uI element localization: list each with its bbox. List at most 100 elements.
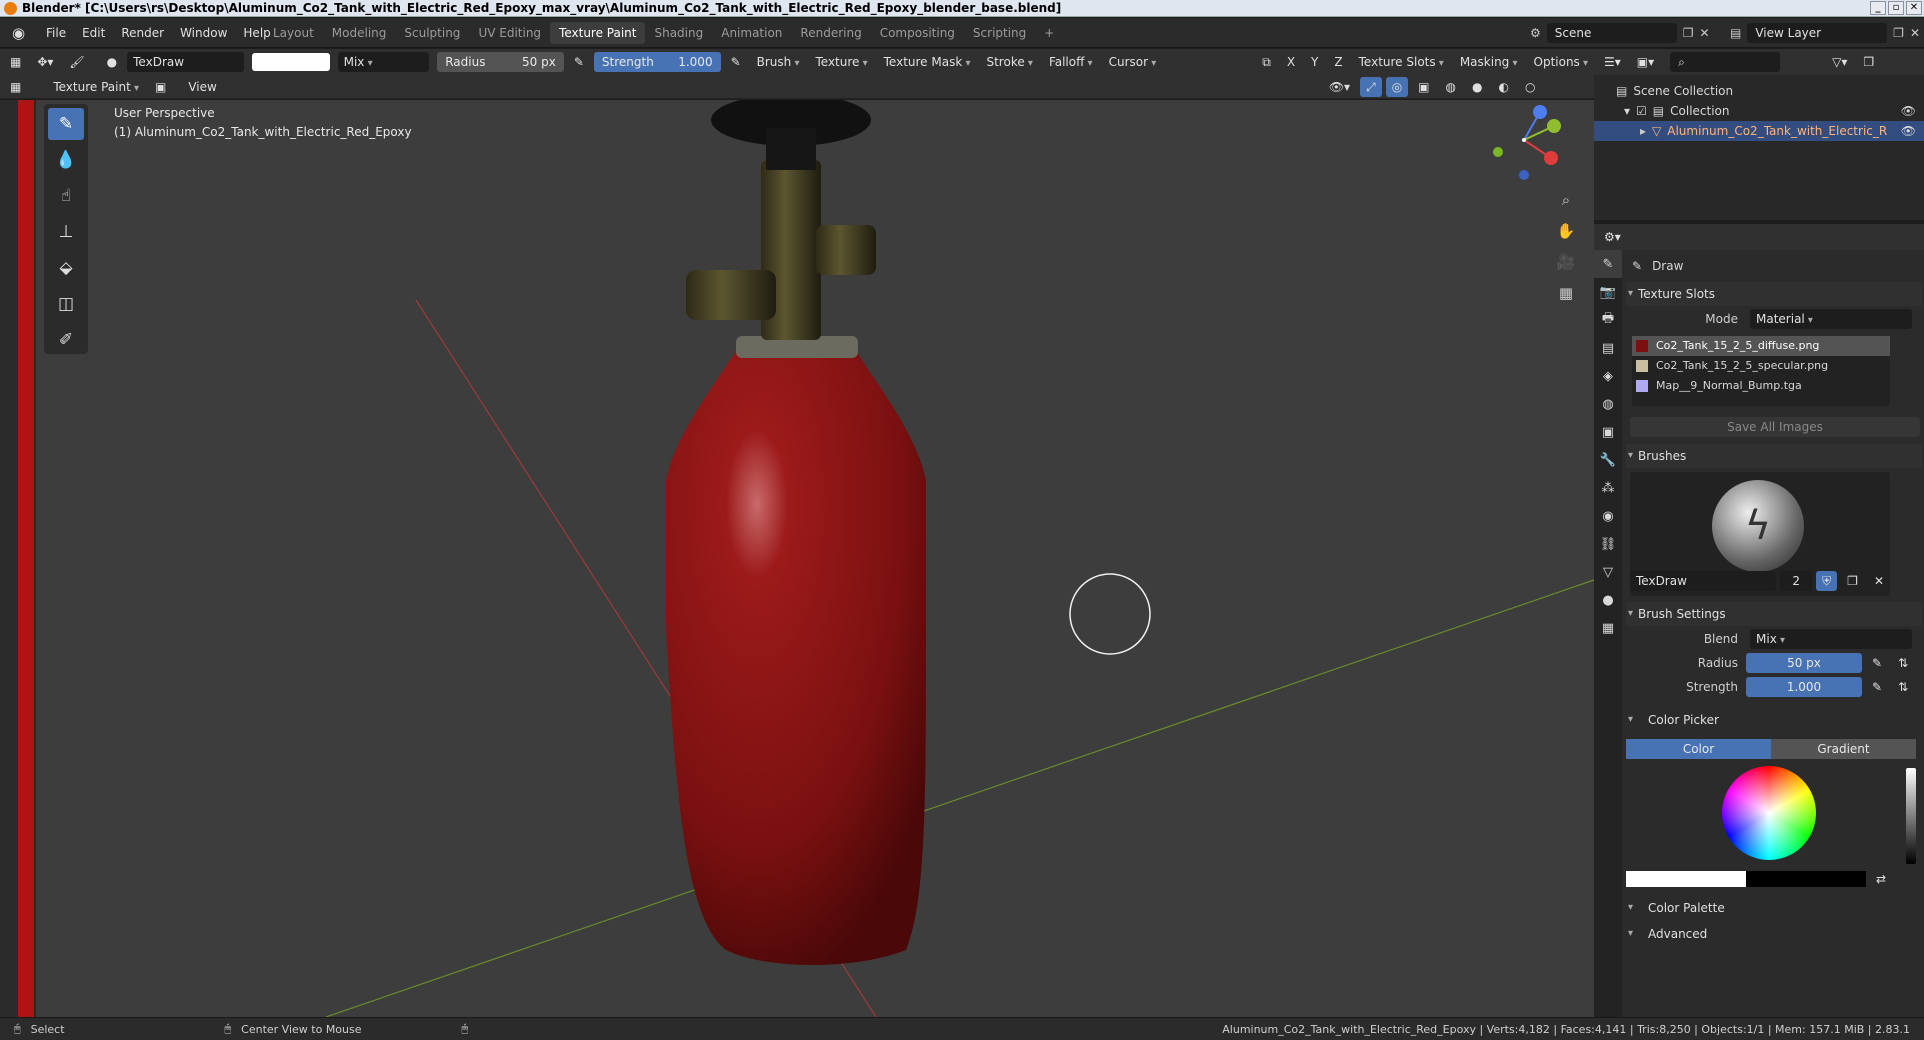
tab-modeling[interactable]: Modeling	[323, 22, 396, 44]
data-tab-icon[interactable]: ▽	[1594, 558, 1622, 586]
visibility-icon[interactable]: 👁▾	[1323, 77, 1356, 97]
tab-shading[interactable]: Shading	[645, 22, 712, 44]
minimize-button[interactable]: _	[1870, 1, 1886, 15]
radius-pressure-icon-2[interactable]: ⇅	[1892, 653, 1914, 673]
primary-color-swatch[interactable]	[1626, 871, 1746, 887]
brush-icon[interactable]: 🖌	[63, 52, 90, 72]
camera-icon[interactable]: 🎥	[1554, 250, 1578, 274]
mode-icon[interactable]: ✥▾	[31, 52, 59, 72]
stroke-menu[interactable]: Stroke	[980, 52, 1038, 72]
blender-menu-icon[interactable]: ◉	[12, 25, 28, 41]
mirror-z-toggle[interactable]: Z	[1328, 52, 1348, 72]
wireframe-shading-icon[interactable]: ◍	[1440, 77, 1462, 97]
value-slider[interactable]	[1906, 768, 1916, 864]
draw-tool-icon[interactable]: ✎	[48, 108, 84, 140]
outliner-search-input[interactable]: ⌕	[1670, 52, 1781, 72]
texture-slot-list[interactable]: Co2_Tank_15_2_5_diffuse.png Co2_Tank_15_…	[1632, 336, 1890, 406]
options-menu[interactable]: Options	[1528, 52, 1595, 72]
xray-icon[interactable]: ▣	[1412, 77, 1435, 97]
gradient-tab[interactable]: Gradient	[1771, 739, 1916, 759]
pan-icon[interactable]: ✋	[1554, 219, 1578, 243]
new-collection-icon[interactable]: ❐	[1857, 52, 1880, 72]
texture-tab-icon[interactable]: ▦	[1594, 614, 1622, 642]
soften-tool-icon[interactable]: 💧	[48, 144, 84, 176]
ortho-toggle-icon[interactable]: ▦	[1554, 281, 1578, 305]
texture-slots-menu[interactable]: Texture Slots	[1353, 52, 1450, 72]
mirror-y-toggle[interactable]: Y	[1305, 52, 1324, 72]
scene-tab-icon[interactable]: ◈	[1594, 362, 1622, 390]
eye-icon[interactable]: 👁	[1901, 101, 1916, 121]
texture-slots-panel[interactable]: Texture Slots	[1626, 282, 1922, 306]
new-brush-icon[interactable]: ❐	[1841, 571, 1864, 591]
secondary-color-swatch[interactable]	[1746, 871, 1866, 887]
object-row[interactable]: ▸ ▽ Aluminum_Co2_Tank_with_Electric_Red_…	[1594, 121, 1924, 141]
physics-tab-icon[interactable]: ◉	[1594, 502, 1622, 530]
mode-select[interactable]: Material	[1750, 309, 1912, 329]
menu-file[interactable]: File	[38, 18, 74, 48]
blend-dropdown[interactable]: Mix	[337, 52, 430, 72]
particles-tab-icon[interactable]: ⁂	[1594, 474, 1622, 502]
expand-icon-2[interactable]: ▸	[1640, 121, 1646, 141]
menu-edit[interactable]: Edit	[74, 18, 113, 48]
radius-slider-2[interactable]: 50 px	[1746, 653, 1862, 673]
overlay-icon[interactable]: ◎	[1385, 76, 1409, 97]
save-all-images-button[interactable]: Save All Images	[1630, 417, 1920, 437]
navigation-gizmo[interactable]	[1493, 105, 1561, 180]
radius-slider[interactable]: Radius 50 px	[437, 52, 564, 72]
view-layer-selector[interactable]: ▤ View Layer ❐ ✕	[1730, 22, 1920, 44]
strength-pressure-icon[interactable]: ✎	[725, 52, 747, 72]
brush-name-input[interactable]: TexDraw	[1630, 571, 1777, 591]
3d-viewport[interactable]	[36, 100, 1594, 1017]
collection-row[interactable]: ▾ ☑ ▤ Collection 👁	[1594, 101, 1924, 121]
tab-sculpting[interactable]: Sculpting	[395, 22, 469, 44]
color-palette-panel[interactable]: Color Palette	[1626, 896, 1922, 920]
texture-slot-item[interactable]: Map__9_Normal_Bump.tga	[1632, 376, 1890, 396]
eye-icon-2[interactable]: 👁	[1901, 121, 1916, 141]
brush-preview-icon[interactable]: ●	[101, 52, 123, 72]
swap-colors-icon[interactable]: ⇄	[1870, 869, 1892, 889]
material-shading-icon[interactable]: ◐	[1492, 77, 1514, 97]
clone-tool-icon[interactable]: ⊥	[48, 216, 84, 248]
tab-animation[interactable]: Animation	[712, 22, 791, 44]
fill-tool-icon[interactable]: ⬙	[48, 252, 84, 284]
expand-icon[interactable]: ▾	[1624, 101, 1630, 121]
tab-compositing[interactable]: Compositing	[871, 22, 964, 44]
color-tab[interactable]: Color	[1626, 739, 1771, 759]
brush-settings-panel[interactable]: Brush Settings	[1626, 602, 1922, 626]
annotate-tool-icon[interactable]: ✐	[48, 324, 84, 356]
editor-type-icon[interactable]: ▦	[4, 52, 27, 72]
radius-pressure-icon[interactable]: ✎	[568, 52, 590, 72]
tool-tab-icon[interactable]: ✎	[1594, 250, 1622, 278]
strength-pressure-icon-2[interactable]: ⇅	[1892, 677, 1914, 697]
unlink-brush-icon[interactable]: ✕	[1868, 571, 1890, 591]
close-button[interactable]: ✕	[1906, 1, 1922, 15]
brush-menu[interactable]: Brush	[751, 52, 806, 72]
mask-tool-icon[interactable]: ◫	[48, 288, 84, 320]
tab-texture-paint[interactable]: Texture Paint	[550, 22, 646, 44]
world-tab-icon[interactable]: ◍	[1594, 390, 1622, 418]
tab-scripting[interactable]: Scripting	[964, 22, 1035, 44]
cursor-menu[interactable]: Cursor	[1103, 52, 1163, 72]
remove-view-layer-icon[interactable]: ✕	[1910, 26, 1920, 40]
object-tab-icon[interactable]: ▣	[1594, 418, 1622, 446]
properties-editor-icon[interactable]: ⚙▾	[1598, 227, 1627, 247]
mirror-x-toggle[interactable]: X	[1281, 52, 1301, 72]
tab-uv-editing[interactable]: UV Editing	[469, 22, 550, 44]
editor-type-icon-2[interactable]: ▦	[4, 77, 27, 97]
new-scene-icon[interactable]: ❐	[1683, 26, 1694, 40]
brush-preview-box[interactable]: ϟ TexDraw 2 ⛨ ❐ ✕	[1630, 472, 1890, 596]
filter-icon[interactable]: ▽▾	[1826, 52, 1853, 72]
masking-menu[interactable]: Masking	[1454, 52, 1524, 72]
radius-pen-icon[interactable]: ✎	[1866, 653, 1888, 673]
color-wheel[interactable]	[1722, 766, 1816, 860]
zoom-icon[interactable]: ⌕	[1554, 188, 1578, 212]
advanced-panel[interactable]: Advanced	[1626, 922, 1922, 946]
blend-select[interactable]: Mix	[1750, 629, 1912, 649]
menu-window[interactable]: Window	[172, 18, 235, 48]
strength-slider-2[interactable]: 1.000	[1746, 677, 1862, 697]
solid-shading-icon[interactable]: ●	[1466, 77, 1488, 97]
scene-collection-row[interactable]: ▤ Scene Collection	[1594, 81, 1924, 101]
checkbox-icon[interactable]: ☑	[1636, 101, 1647, 121]
scene-selector[interactable]: ⚙ Scene ❐ ✕	[1530, 22, 1730, 44]
fake-user-icon[interactable]: ⛨	[1816, 571, 1838, 591]
